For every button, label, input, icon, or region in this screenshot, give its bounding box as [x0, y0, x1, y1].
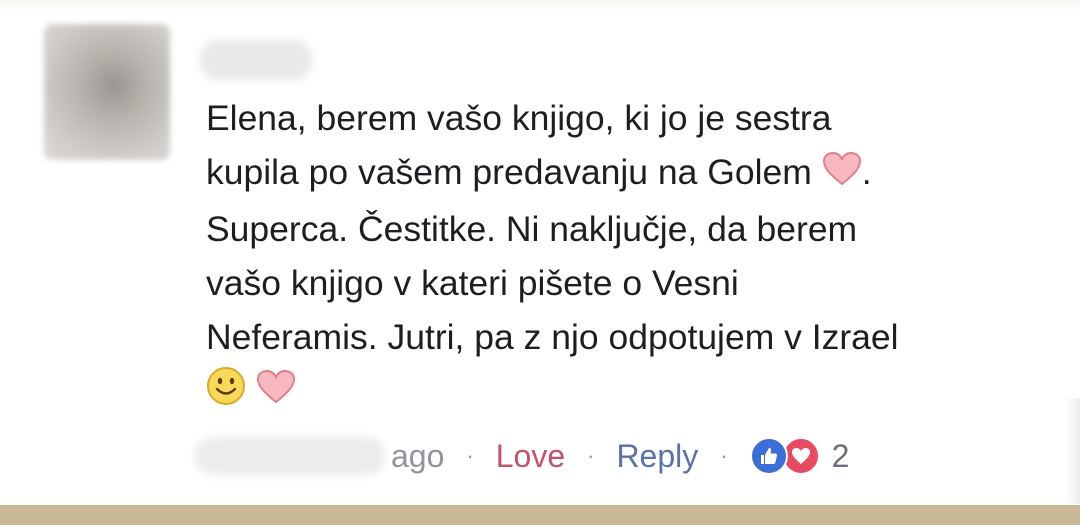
heart-icon — [256, 366, 296, 420]
separator-dot: · — [587, 443, 595, 468]
love-button[interactable]: Love — [496, 438, 565, 475]
comment-actions: ago · Love · Reply · 2 — [195, 428, 1055, 484]
avatar[interactable] — [44, 24, 170, 160]
comment-line: vašo knjigo v kateri pišete o Vesni — [206, 262, 739, 303]
comment-emoji-line — [206, 364, 1046, 421]
comment-line: Superca. Čestitke. Ni naključje, da bere… — [206, 208, 858, 249]
heart-icon — [822, 148, 862, 202]
timestamp-suffix: ago — [391, 437, 445, 474]
timestamp-blurred[interactable] — [195, 437, 385, 475]
separator-dot: · — [720, 443, 728, 468]
smile-icon — [206, 366, 246, 421]
scroll-edge — [1066, 398, 1080, 504]
reply-button[interactable]: Reply — [616, 438, 698, 475]
comment-line: Elena, berem vašo knjigo, ki jo je sestr… — [206, 98, 832, 138]
bottom-bar — [0, 505, 1080, 525]
author-name-blurred[interactable] — [200, 40, 312, 80]
top-divider — [0, 0, 1080, 12]
comment-punct: . — [861, 152, 872, 192]
reaction-count: 2 — [831, 437, 850, 474]
comment-line-text: kupila po vašem predavanju na Golem — [206, 152, 812, 192]
comment-line: kupila po vašem predavanju na Golem . — [206, 145, 1046, 202]
like-reaction-icon — [749, 437, 788, 475]
reactions-summary[interactable]: 2 — [749, 437, 850, 475]
separator-dot: · — [466, 443, 474, 468]
comment-line: Neferamis. Jutri, pa z njo odpotujem v I… — [206, 316, 899, 357]
comment-body: Elena, berem vašo knjigo, ki jo je sestr… — [206, 91, 1046, 421]
